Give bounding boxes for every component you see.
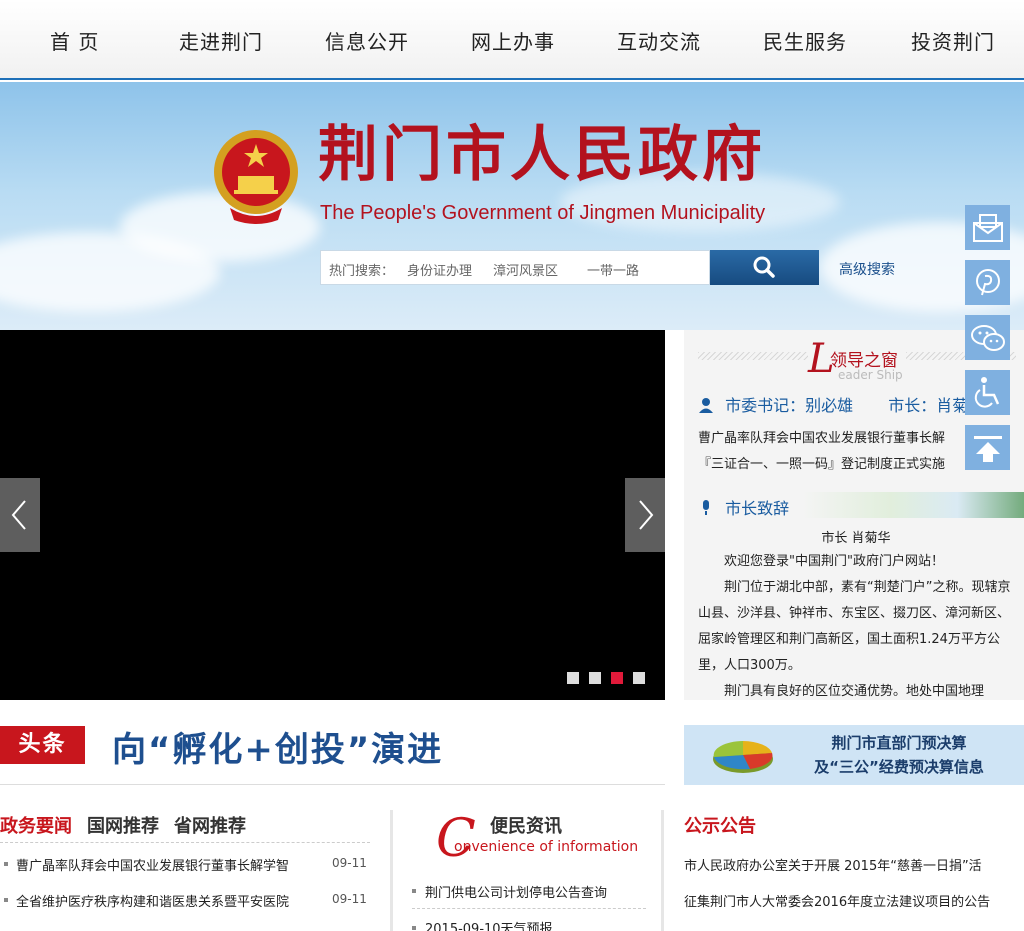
party-secretary-link[interactable]: 市委书记：别必雄: [725, 396, 853, 415]
back-to-top-button[interactable]: [965, 425, 1010, 470]
list-date: 09-11: [332, 892, 367, 906]
tab-state-grid[interactable]: 国网推荐: [87, 812, 159, 838]
speech-paragraph: 欢迎您登录"中国荆门"政府门户网站！: [724, 554, 944, 569]
advanced-search-link[interactable]: 高级搜索: [839, 259, 895, 279]
nav-home[interactable]: 首 页: [50, 26, 99, 55]
feedback-icon: [975, 268, 1000, 295]
speech-paragraph: 荆门具有良好的区位交通优势。地处中国地理: [724, 684, 985, 699]
microphone-icon: [703, 500, 709, 515]
search-input[interactable]: 热门搜索： 身份证办理 漳河风景区 一带一路: [320, 250, 710, 285]
site-title: 荆门市人民政府: [318, 120, 766, 190]
tab-province-grid[interactable]: 省网推荐: [174, 812, 246, 838]
mayor-speech-title[interactable]: 市长致辞: [725, 499, 789, 518]
nav-info-disclosure[interactable]: 信息公开: [325, 26, 409, 55]
feedback-button[interactable]: [965, 260, 1010, 305]
list-date: 09-11: [332, 856, 367, 870]
tab-notice[interactable]: 公示公告: [684, 812, 756, 838]
chevron-right-icon: [639, 500, 654, 530]
speech-paragraph: 荆门位于湖北中部，素有“荆楚门户”之称。现辖京山县、沙洋县、钟祥市、东宝区、掇刀…: [698, 580, 1011, 673]
budget-line: 荆门市直部门预决算: [831, 734, 967, 752]
headline-badge: 头条: [0, 726, 85, 764]
convenience-subtitle: onvenience of information: [454, 839, 639, 855]
pie-chart-icon: [713, 741, 773, 773]
mail-icon: [972, 213, 1003, 242]
accessibility-button[interactable]: [965, 370, 1010, 415]
list-item[interactable]: 曹广晶率队拜会中国农业发展银行董事长解学智: [16, 855, 289, 874]
list-item[interactable]: 市人民政府办公室关于开展 2015年“慈善一日捐”活: [684, 855, 982, 874]
list-item[interactable]: 荆门供电公司计划停电公告查询: [425, 882, 607, 901]
nav-livelihood[interactable]: 民生服务: [763, 26, 847, 55]
image-slider[interactable]: [0, 330, 665, 700]
budget-line: 及“三公”经费预决算信息: [814, 758, 984, 776]
budget-info-banner[interactable]: 荆门市直部门预决算 及“三公”经费预决算信息: [684, 725, 1024, 785]
accessibility-icon: [974, 376, 999, 408]
convenience-logo-icon: C: [436, 809, 476, 866]
national-emblem-icon: [214, 130, 298, 224]
list-item[interactable]: 征集荆门市人大常委会2016年度立法建议项目的公告: [684, 891, 990, 910]
person-icon: [699, 398, 713, 413]
leader-news-item[interactable]: 曹广晶率队拜会中国农业发展银行董事长解: [698, 427, 945, 446]
chevron-left-icon: [11, 500, 26, 530]
nav-online-services[interactable]: 网上办事: [471, 26, 555, 55]
hot-term[interactable]: 漳河风景区: [493, 260, 558, 279]
list-item[interactable]: 全省维护医疗秩序构建和谐医患关系暨平安医院: [16, 891, 289, 910]
list-item[interactable]: 2015-09-10天气预报: [425, 918, 553, 931]
site-subtitle: The People's Government of Jingmen Munic…: [320, 202, 766, 224]
slider-dot[interactable]: [633, 672, 645, 684]
slider-dot[interactable]: [589, 672, 601, 684]
wechat-icon: [970, 324, 1005, 351]
back-to-top-icon: [973, 435, 1002, 462]
search-button[interactable]: [710, 250, 819, 285]
nav-about-jingmen[interactable]: 走进荆门: [179, 26, 263, 55]
hot-term[interactable]: 一带一路: [587, 260, 639, 279]
headline-link[interactable]: 向“孵化+创投”演进: [112, 722, 443, 771]
slider-dot-active[interactable]: [611, 672, 623, 684]
tab-gov-news[interactable]: 政务要闻: [0, 812, 72, 838]
convenience-title[interactable]: 便民资讯: [490, 812, 562, 838]
slider-dot[interactable]: [567, 672, 579, 684]
divider: [0, 784, 665, 785]
slider-prev-button[interactable]: [0, 478, 40, 552]
landscape-strip: [802, 492, 1024, 518]
header-banner: 荆门市人民政府 The People's Government of Jingm…: [0, 82, 1024, 330]
hot-term[interactable]: 身份证办理: [407, 260, 472, 279]
svg-text:C: C: [436, 809, 476, 866]
slider-next-button[interactable]: [625, 478, 665, 552]
wechat-button[interactable]: [965, 315, 1010, 360]
nav-interaction[interactable]: 互动交流: [617, 26, 701, 55]
mailbox-button[interactable]: [965, 205, 1010, 250]
nav-investment[interactable]: 投资荆门: [911, 26, 995, 55]
top-nav: 首 页 走进荆门 信息公开 网上办事 互动交流 民生服务 投资荆门: [0, 0, 1024, 80]
search-icon: [753, 256, 775, 278]
hot-search-label: 热门搜索：: [329, 264, 395, 279]
leader-news-item[interactable]: 『三证合一、一照一码』登记制度正式实施: [698, 453, 945, 472]
